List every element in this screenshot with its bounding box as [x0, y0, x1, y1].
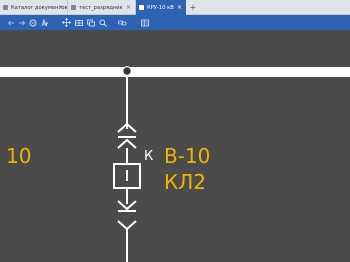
- link-icon[interactable]: [118, 18, 127, 27]
- table-icon[interactable]: [140, 18, 149, 27]
- feeder-name-label: КЛ2: [164, 170, 206, 194]
- toolbar: [0, 15, 350, 30]
- bus-connection-node: [122, 66, 132, 76]
- new-tab-button[interactable]: +: [188, 0, 198, 15]
- back-arrow-icon[interactable]: [6, 18, 15, 27]
- forward-arrow-icon[interactable]: [17, 18, 26, 27]
- close-icon[interactable]: ×: [58, 4, 63, 11]
- document-icon: [3, 5, 8, 10]
- tab-document-catalog[interactable]: Каталог документов ×: [0, 0, 68, 15]
- text-size-icon[interactable]: [40, 18, 49, 27]
- upper-contact-chevron: [117, 138, 137, 149]
- close-icon[interactable]: ×: [177, 4, 182, 11]
- tab-kru-10kv[interactable]: КРУ-10 кВ ×: [136, 0, 186, 15]
- grid-icon[interactable]: [74, 18, 83, 27]
- scheme-canvas[interactable]: 10 К В-10 КЛ2: [0, 30, 350, 262]
- zoom-out-icon[interactable]: [28, 18, 37, 27]
- lower-plug-chevron: [117, 220, 137, 231]
- document-icon: [71, 5, 76, 10]
- close-icon[interactable]: ×: [126, 4, 131, 11]
- layers-icon[interactable]: [86, 18, 95, 27]
- document-icon: [139, 5, 144, 10]
- section-number-label: 10: [6, 144, 32, 168]
- position-mark-label: К: [144, 149, 154, 164]
- search-icon[interactable]: [98, 18, 107, 27]
- move-icon[interactable]: [62, 18, 71, 27]
- tab-bar: Каталог документов × тест_разрядник × КР…: [0, 0, 350, 15]
- breaker-name-label: В-10: [164, 144, 211, 168]
- tab-test-arrester[interactable]: тест_разрядник ×: [68, 0, 136, 15]
